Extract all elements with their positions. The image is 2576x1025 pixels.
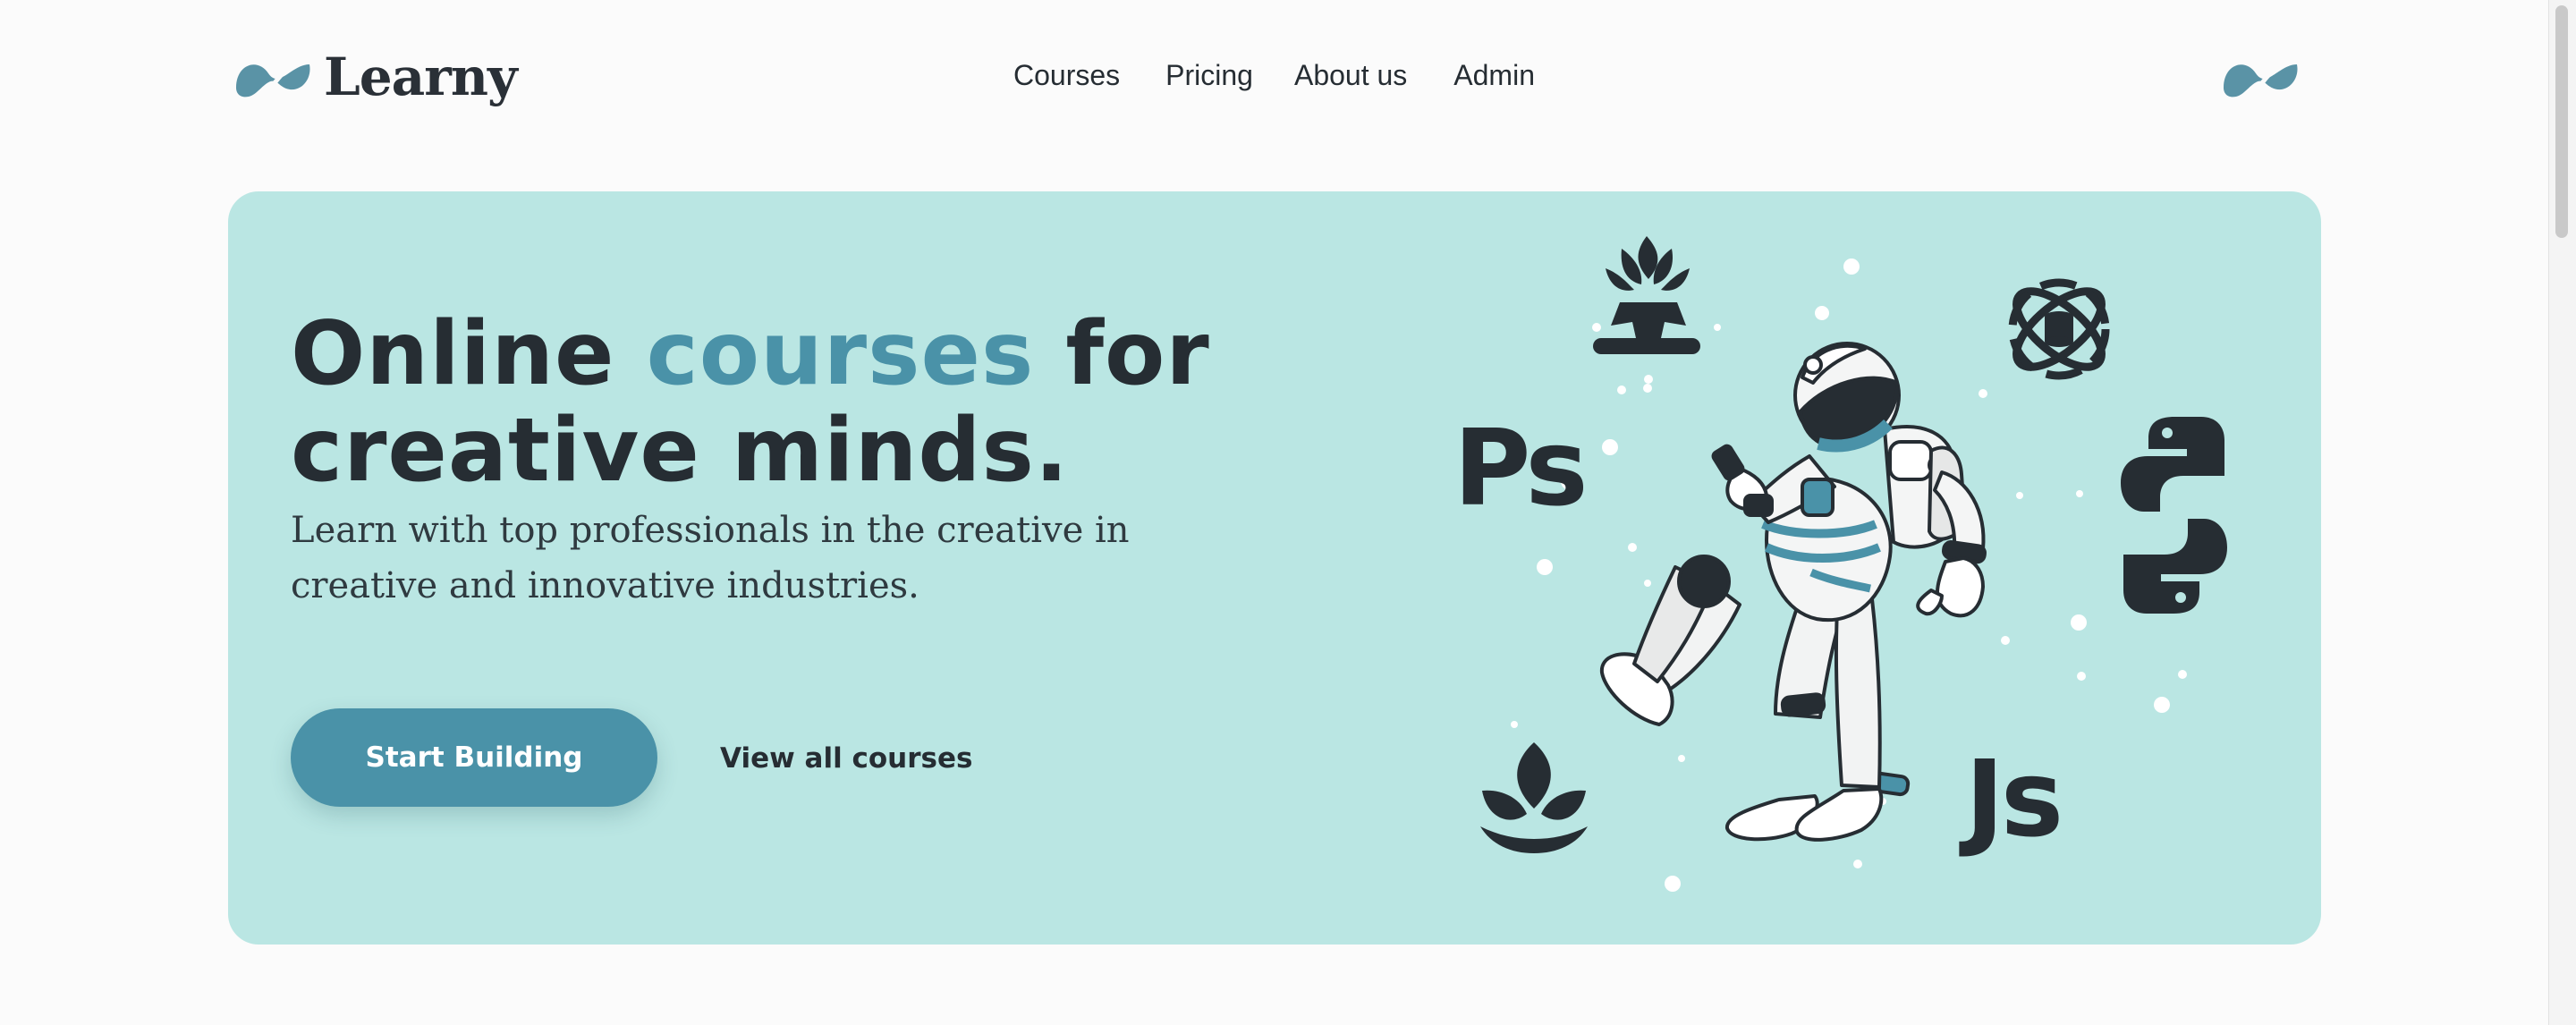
photoshop-label: Ps <box>1453 406 1589 529</box>
nav-about-us[interactable]: About us <box>1294 59 1407 92</box>
python-icon <box>2121 417 2227 614</box>
page-scrollbar[interactable] <box>2548 0 2576 1025</box>
astronaut-illustration <box>1599 342 1987 842</box>
nav-pricing[interactable]: Pricing <box>1165 59 1253 92</box>
brand-logo[interactable]: Learny <box>233 47 518 107</box>
nav-admin[interactable]: Admin <box>1453 59 1535 92</box>
wave-logo-icon[interactable] <box>2220 52 2301 106</box>
meditation-icon <box>1593 236 1700 354</box>
javascript-label: Js <box>1965 737 2063 860</box>
scrollbar-thumb[interactable] <box>2555 5 2568 238</box>
nav-courses[interactable]: Courses <box>1013 59 1120 92</box>
main-nav: Courses Pricing About us Admin <box>1013 59 1580 92</box>
hero-banner: Online courses for creative minds. Learn… <box>228 191 2321 945</box>
database-icon <box>2045 311 2073 347</box>
lotus-icon <box>1480 742 1588 853</box>
wave-logo-icon <box>233 52 313 102</box>
brand-name: Learny <box>324 47 518 107</box>
